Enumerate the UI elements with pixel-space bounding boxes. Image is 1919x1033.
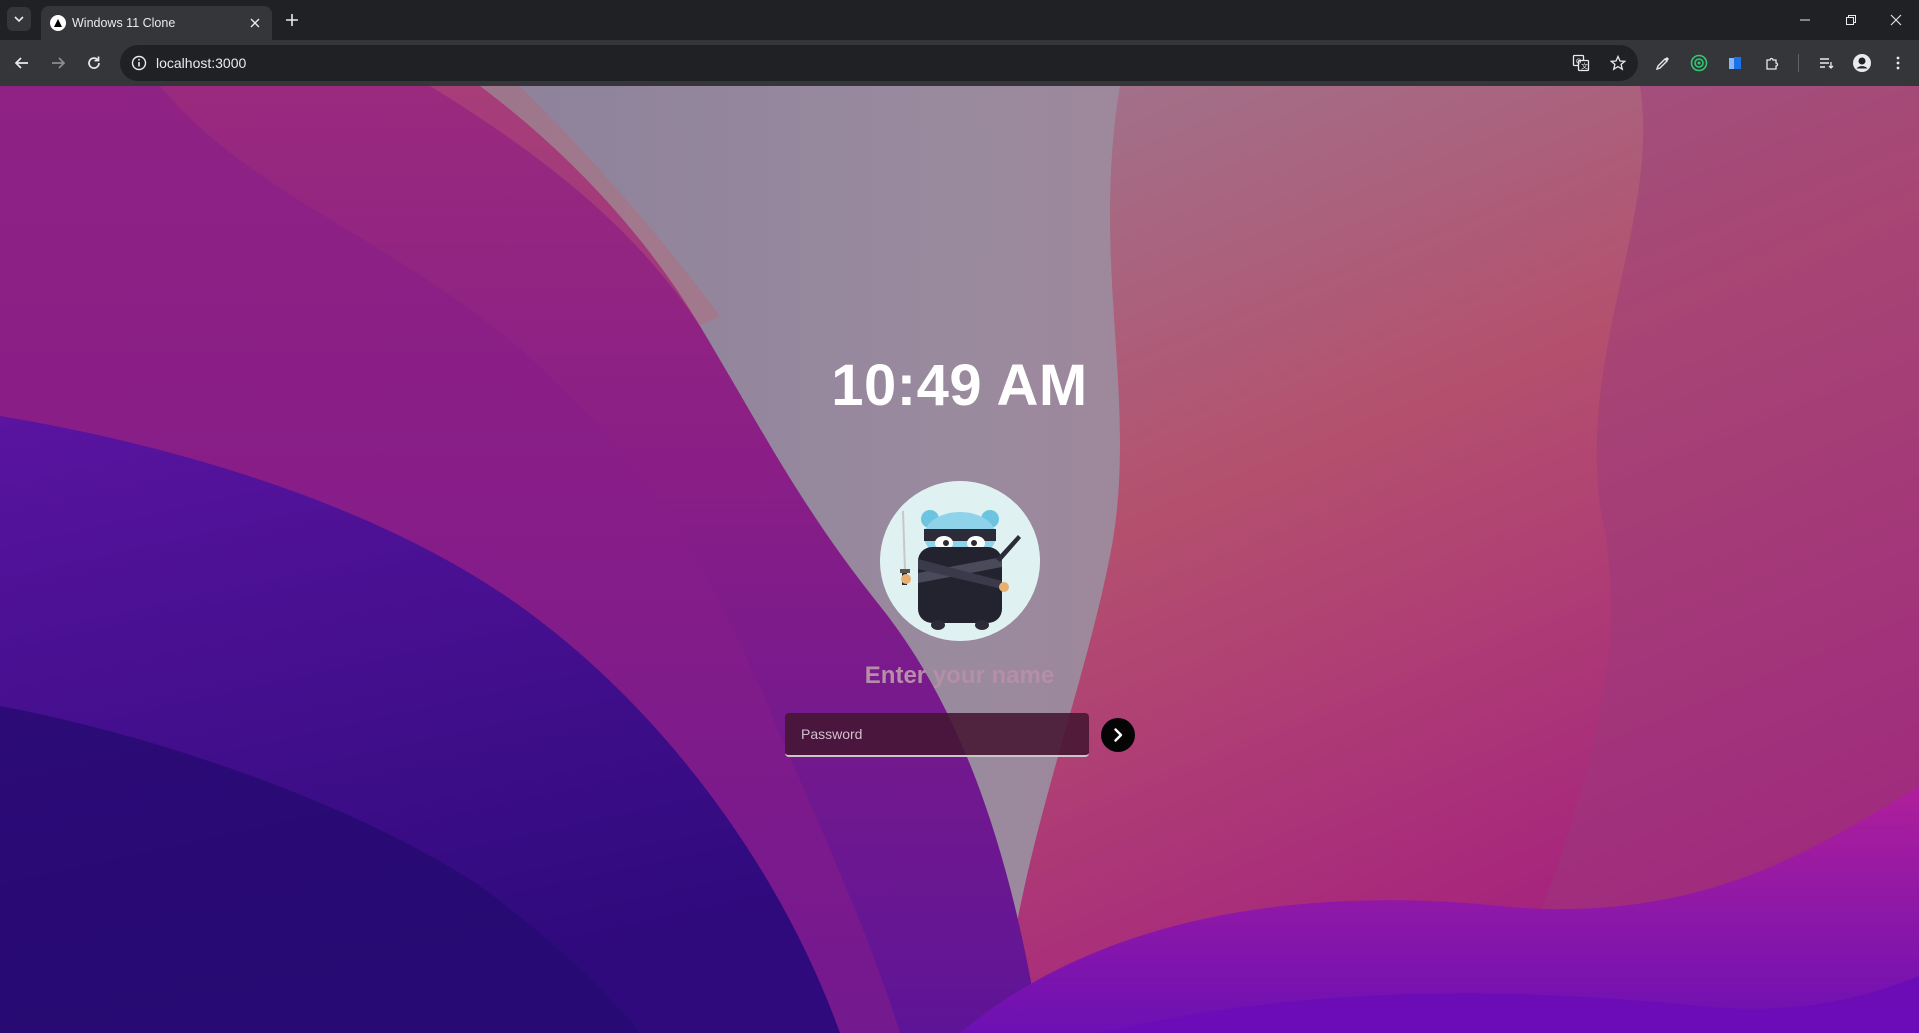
eyedropper-extension-button[interactable] — [1651, 51, 1675, 75]
tab-search-button[interactable] — [7, 7, 31, 31]
chevron-down-icon — [14, 16, 24, 23]
reload-button[interactable] — [80, 49, 108, 77]
profile-icon — [1853, 54, 1871, 72]
minimize-button[interactable] — [1782, 0, 1828, 40]
address-bar[interactable]: localhost:3000 G 文 — [120, 45, 1638, 81]
url-text: localhost:3000 — [156, 55, 247, 71]
user-avatar — [880, 481, 1040, 641]
green-extension-button[interactable] — [1687, 51, 1711, 75]
eyedropper-icon — [1655, 57, 1669, 71]
svg-text:文: 文 — [1581, 62, 1588, 71]
forward-arrow-icon — [52, 57, 66, 69]
puzzle-extensions-icon — [1766, 57, 1779, 70]
back-arrow-icon — [14, 57, 28, 69]
close-icon — [1890, 14, 1902, 26]
restore-icon — [1846, 15, 1856, 25]
reading-list-button[interactable] — [1814, 51, 1838, 75]
bookmark-button[interactable] — [1607, 52, 1629, 74]
new-tab-button[interactable] — [280, 8, 304, 32]
more-menu-icon — [1896, 56, 1900, 70]
browser-menu-button[interactable] — [1886, 51, 1910, 75]
tab-close-button[interactable] — [246, 14, 264, 32]
tab-title: Windows 11 Clone — [72, 16, 176, 30]
browser-tab[interactable]: Windows 11 Clone — [41, 6, 272, 40]
site-info-icon[interactable] — [130, 54, 148, 72]
tab-strip: Windows 11 Clone — [0, 0, 1919, 40]
extensions-button[interactable] — [1760, 51, 1784, 75]
restore-button[interactable] — [1828, 0, 1874, 40]
chevron-right-icon — [1114, 728, 1123, 742]
blue-book-extension-icon — [1729, 57, 1741, 69]
back-button[interactable] — [8, 49, 36, 77]
profile-button[interactable] — [1850, 51, 1874, 75]
translate-icon: G 文 — [1572, 54, 1590, 72]
browser-toolbar: localhost:3000 G 文 — [0, 40, 1919, 86]
translate-button[interactable]: G 文 — [1570, 52, 1592, 74]
triangle-logo-icon — [50, 15, 66, 31]
user-name-label: Enter your name — [864, 662, 1055, 689]
ninja-mascot-avatar — [880, 481, 1040, 641]
bookmark-star-icon — [1610, 55, 1626, 71]
green-circle-extension-icon — [1690, 54, 1708, 72]
reload-icon — [88, 56, 100, 69]
plus-icon — [286, 14, 298, 26]
submit-login-button[interactable] — [1101, 718, 1135, 752]
reading-list-icon — [1820, 58, 1834, 69]
blue-extension-button[interactable] — [1723, 51, 1747, 75]
window-close-button[interactable] — [1873, 0, 1919, 40]
password-input[interactable] — [785, 713, 1089, 757]
toolbar-separator — [1798, 54, 1799, 72]
lock-screen: 10:49 AM Enter your name — [0, 86, 1919, 1033]
minimize-icon — [1800, 19, 1810, 21]
lock-screen-clock: 10:49 AM — [831, 353, 1088, 418]
close-icon — [250, 18, 260, 28]
forward-button[interactable] — [44, 49, 72, 77]
